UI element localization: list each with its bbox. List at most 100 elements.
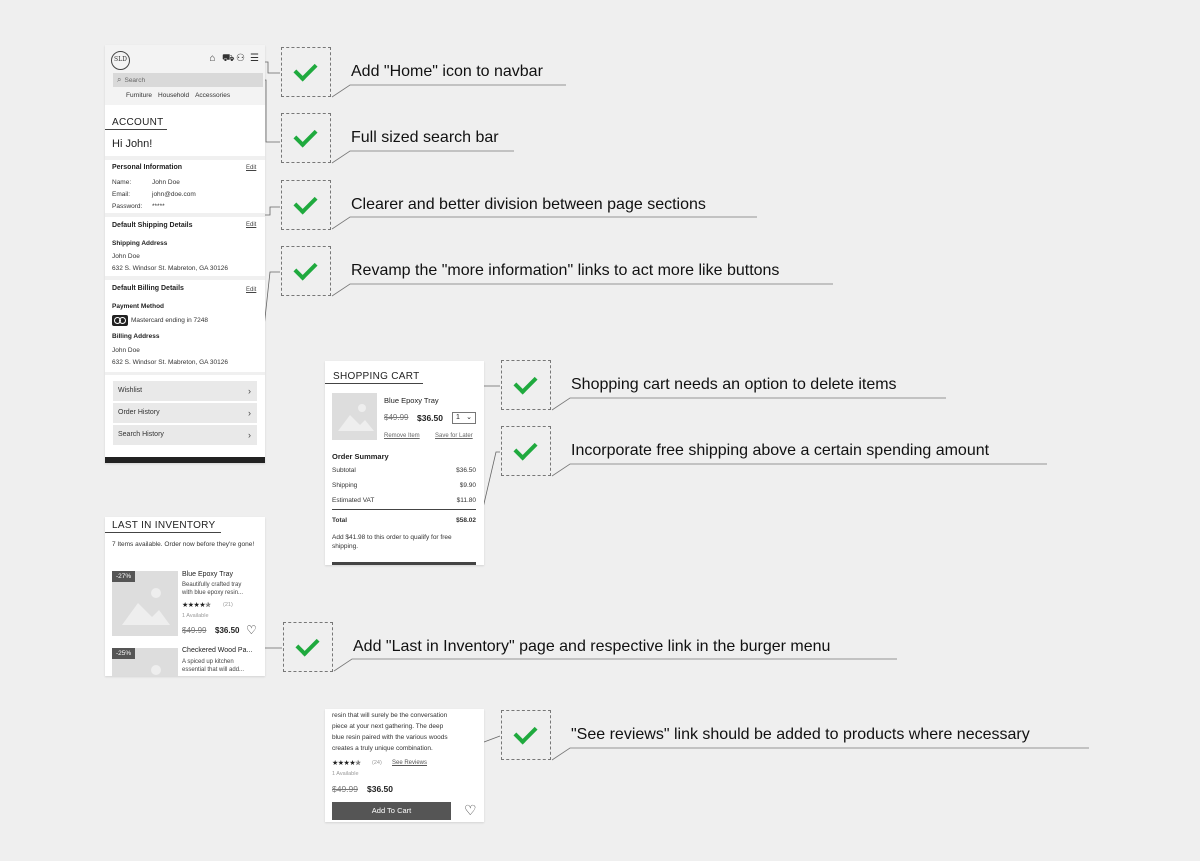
product-new-price: $36.50 bbox=[215, 626, 240, 635]
discount-badge: -25% bbox=[112, 648, 136, 659]
add-to-cart-button[interactable]: Add To Cart bbox=[332, 802, 451, 820]
cart-old-price: $49.99 bbox=[384, 413, 409, 422]
edit-billing-link[interactable]: Edit bbox=[246, 287, 256, 293]
check-icon bbox=[283, 622, 333, 672]
section-divider bbox=[105, 213, 265, 217]
product-name[interactable]: Checkered Wood Pa... bbox=[182, 647, 252, 654]
home-icon[interactable]: ⌂ bbox=[208, 54, 217, 64]
chevron-right-icon: › bbox=[248, 386, 251, 396]
review-count: (24) bbox=[372, 760, 382, 766]
save-for-later-link[interactable]: Save for Later bbox=[435, 433, 473, 439]
section-divider bbox=[105, 372, 265, 375]
personal-info-heading: Personal Information bbox=[112, 164, 183, 171]
footer-bar bbox=[105, 457, 265, 463]
product-description-line: blue resin paired with the various woods bbox=[332, 734, 448, 741]
cart-new-price: $36.50 bbox=[417, 413, 443, 423]
heart-icon[interactable]: ♡ bbox=[464, 803, 477, 817]
shipping-name: John Doe bbox=[112, 253, 140, 260]
payment-method-heading: Payment Method bbox=[112, 303, 165, 310]
category-furniture[interactable]: Furniture bbox=[126, 92, 152, 99]
availability: 1 Available bbox=[182, 613, 209, 619]
check-icon bbox=[281, 180, 331, 230]
section-divider bbox=[105, 276, 265, 280]
product-image[interactable]: -25% bbox=[112, 648, 178, 676]
logo[interactable]: SLD bbox=[111, 51, 130, 70]
navbar: SLD ⌂ ⛟ ⚇ ☰ ⌕ Search Furniture Household … bbox=[105, 45, 265, 105]
note-search-bar: Full sized search bar bbox=[351, 129, 499, 146]
shipping-label: Shipping bbox=[332, 482, 358, 489]
subtotal-label: Subtotal bbox=[332, 467, 356, 474]
greeting: Hi John! bbox=[112, 138, 153, 150]
check-icon bbox=[501, 710, 551, 760]
edit-shipping-link[interactable]: Edit bbox=[246, 222, 256, 228]
vat-value: $11.80 bbox=[456, 497, 476, 504]
order-summary-heading: Order Summary bbox=[332, 452, 389, 461]
product-detail-panel: resin that will surely be the conversati… bbox=[325, 709, 484, 822]
category-household[interactable]: Household bbox=[158, 92, 189, 99]
email-label: Email: bbox=[112, 191, 131, 198]
billing-address-heading: Billing Address bbox=[112, 333, 160, 340]
total-label: Total bbox=[332, 517, 348, 524]
free-shipping-note: Add $41.98 to this order to qualify for … bbox=[332, 534, 452, 550]
check-icon bbox=[281, 47, 331, 97]
note-home-icon: Add "Home" icon to navbar bbox=[351, 63, 543, 80]
name-label: Name: bbox=[112, 179, 132, 186]
email-value: john@doe.com bbox=[152, 191, 196, 198]
product-desc-line: with blue epoxy resin... bbox=[182, 590, 244, 596]
edit-personal-link[interactable]: Edit bbox=[246, 165, 256, 171]
product-new-price: $36.50 bbox=[367, 784, 393, 794]
cart-title: SHOPPING CART bbox=[333, 371, 420, 382]
title-underline bbox=[105, 129, 167, 130]
menu-icon[interactable]: ☰ bbox=[250, 54, 259, 64]
note-last-in-inventory: Add "Last in Inventory" page and respect… bbox=[353, 638, 831, 655]
chevron-down-icon: ⌄ bbox=[466, 414, 472, 421]
note-page-division: Clearer and better division between page… bbox=[351, 196, 706, 213]
user-icon[interactable]: ⚇ bbox=[236, 54, 245, 64]
category-accessories[interactable]: Accessories bbox=[195, 92, 230, 99]
review-count: (21) bbox=[223, 602, 233, 608]
password-value: ***** bbox=[152, 203, 165, 210]
check-icon bbox=[281, 246, 331, 296]
section-divider bbox=[105, 156, 265, 160]
product-desc-line: Beautifully crafted tray bbox=[182, 582, 242, 588]
note-link-buttons: Revamp the "more information" links to a… bbox=[351, 262, 780, 279]
product-image bbox=[332, 393, 377, 440]
shipping-address-heading: Shipping Address bbox=[112, 240, 168, 247]
product-desc-line: A spiced up kitchen bbox=[182, 659, 234, 665]
total-divider bbox=[332, 509, 476, 510]
product-description-line: resin that will surely be the conversati… bbox=[332, 712, 448, 719]
product-name[interactable]: Blue Epoxy Tray bbox=[182, 571, 233, 578]
note-free-shipping: Incorporate free shipping above a certai… bbox=[571, 442, 990, 459]
order-history-button[interactable]: Order History › bbox=[113, 403, 257, 423]
card-text: Mastercard ending in 7248 bbox=[131, 317, 208, 324]
inventory-title: LAST IN INVENTORY bbox=[112, 520, 216, 531]
last-in-inventory-panel: LAST IN INVENTORY 7 Items available. Ord… bbox=[105, 517, 265, 676]
product-description-line: creates a truly unique combination. bbox=[332, 745, 433, 752]
star-rating: ★★★★✯ bbox=[332, 760, 361, 767]
name-value: John Doe bbox=[152, 179, 180, 186]
shipping-value: $9.90 bbox=[459, 482, 476, 489]
heart-icon[interactable]: ♡ bbox=[246, 624, 257, 636]
billing-address: 632 S. Windsor St. Mabreton, GA 30126 bbox=[112, 359, 228, 366]
subtotal-value: $36.50 bbox=[456, 467, 476, 474]
cart-icon[interactable]: ⛟ bbox=[222, 54, 235, 64]
product-description-line: piece at your next gathering. The deep bbox=[332, 723, 444, 730]
title-underline bbox=[325, 383, 423, 384]
see-reviews-link[interactable]: See Reviews bbox=[392, 760, 427, 766]
page-title: ACCOUNT bbox=[112, 117, 164, 128]
cart-item-name[interactable]: Blue Epoxy Tray bbox=[384, 396, 439, 405]
quantity-select[interactable]: 1 ⌄ bbox=[452, 412, 476, 424]
check-icon bbox=[501, 426, 551, 476]
star-rating: ★★★★✯ bbox=[182, 602, 211, 609]
search-input[interactable]: ⌕ Search bbox=[113, 73, 263, 87]
image-placeholder-icon bbox=[338, 404, 374, 431]
password-label: Password: bbox=[112, 203, 143, 210]
billing-name: John Doe bbox=[112, 347, 140, 354]
search-history-button[interactable]: Search History › bbox=[113, 425, 257, 445]
product-image[interactable]: -27% bbox=[112, 571, 178, 636]
check-icon bbox=[501, 360, 551, 410]
checkout-bar[interactable] bbox=[332, 562, 476, 565]
remove-item-link[interactable]: Remove Item bbox=[384, 433, 420, 439]
billing-heading: Default Billing Details bbox=[112, 285, 184, 292]
wishlist-button[interactable]: Wishlist › bbox=[113, 381, 257, 401]
